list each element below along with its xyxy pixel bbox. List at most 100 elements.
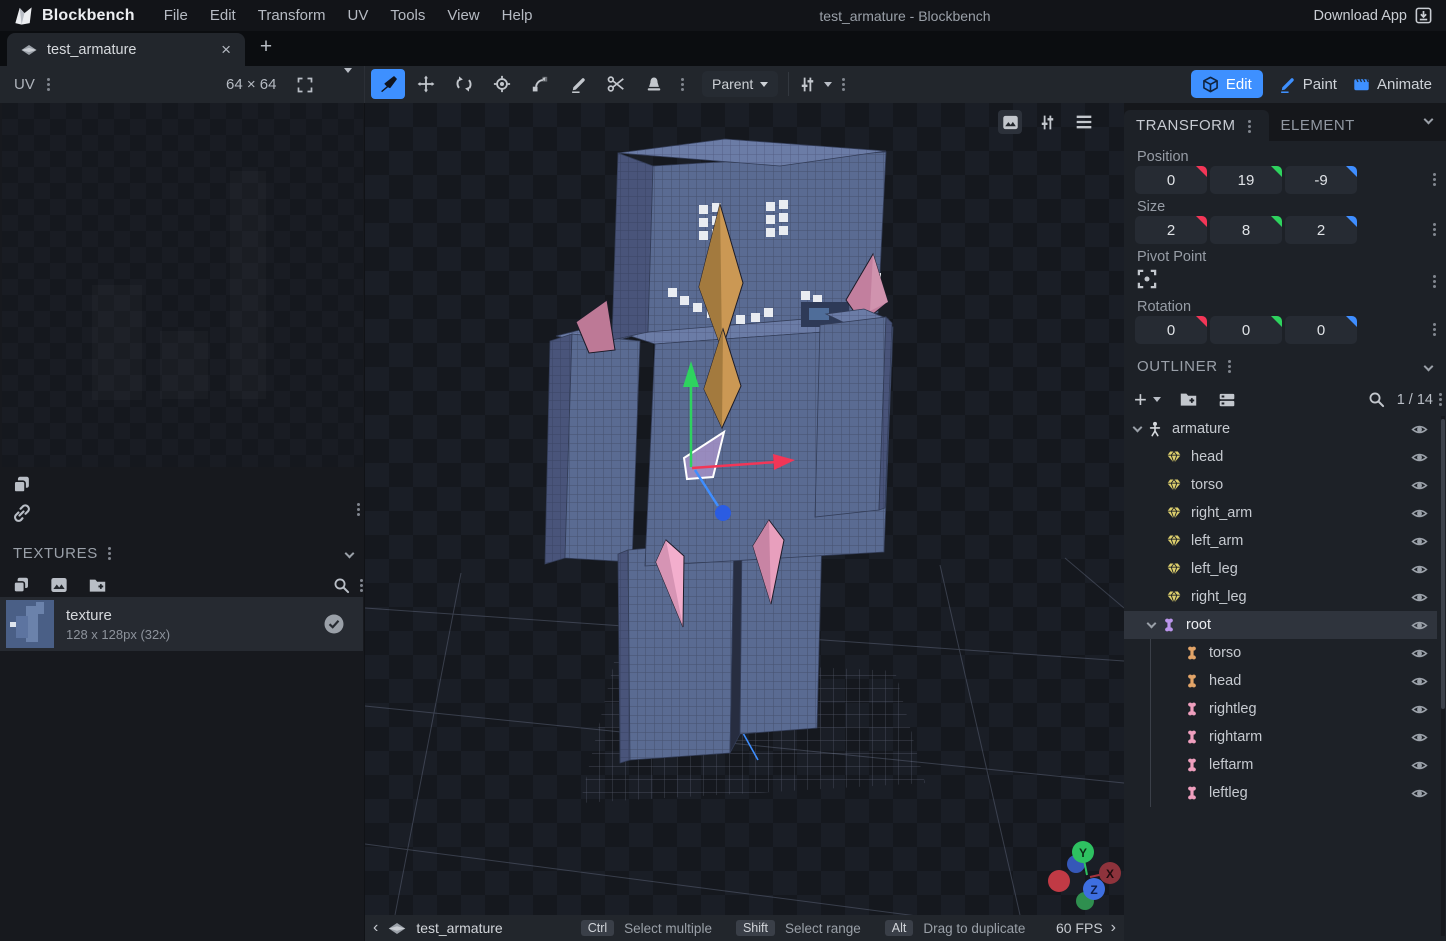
position-kebab-icon[interactable] xyxy=(1433,173,1436,176)
toolbar-kebab2-icon[interactable] xyxy=(842,78,845,81)
new-tab-button[interactable]: + xyxy=(253,35,279,59)
pivot-tool-button[interactable] xyxy=(485,69,519,99)
brush-tool-button[interactable] xyxy=(561,69,595,99)
project-tab[interactable]: test_armature × xyxy=(7,33,245,66)
pivot-crosshair-icon[interactable] xyxy=(1137,269,1157,289)
outliner-row-bone[interactable]: rightleg xyxy=(1124,695,1437,723)
visibility-eye-icon[interactable] xyxy=(1411,533,1428,550)
app-brand[interactable]: Blockbench xyxy=(0,4,135,27)
outliner-scrollbar-thumb[interactable] xyxy=(1441,419,1445,709)
outliner-row-mesh[interactable]: left_arm xyxy=(1124,527,1437,555)
panel-collapse-icon[interactable] xyxy=(1424,115,1434,125)
status-prev-icon[interactable]: ‹ xyxy=(365,919,386,937)
move-tool-button[interactable] xyxy=(409,69,443,99)
rotation-y-input[interactable]: 0 xyxy=(1210,316,1282,344)
texture-search-button[interactable] xyxy=(333,577,350,594)
create-texture-button[interactable] xyxy=(12,576,30,594)
add-element-button[interactable]: + xyxy=(1134,390,1147,410)
uv-fullscreen-button[interactable] xyxy=(297,77,313,93)
visibility-eye-icon[interactable] xyxy=(1411,645,1428,662)
stamp-tool-button[interactable] xyxy=(637,69,671,99)
mode-edit-button[interactable]: Edit xyxy=(1191,70,1263,98)
rotate-tool-button[interactable] xyxy=(447,69,481,99)
visibility-eye-icon[interactable] xyxy=(1411,785,1428,802)
visibility-eye-icon[interactable] xyxy=(1411,617,1428,634)
textures-toolbar-kebab-icon[interactable] xyxy=(360,579,363,582)
menu-transform[interactable]: Transform xyxy=(247,0,337,31)
outliner-row-root-selected[interactable]: root xyxy=(1124,611,1437,639)
tab-element[interactable]: ELEMENT xyxy=(1269,110,1367,141)
texture-folder-button[interactable] xyxy=(88,576,107,595)
visibility-eye-icon[interactable] xyxy=(1411,729,1428,746)
position-y-input[interactable]: 19 xyxy=(1210,166,1282,194)
menu-file[interactable]: File xyxy=(153,0,199,31)
position-x-input[interactable]: 0 xyxy=(1135,166,1207,194)
cut-tool-button[interactable] xyxy=(599,69,633,99)
outliner-row-bone[interactable]: torso xyxy=(1124,639,1437,667)
menu-tools[interactable]: Tools xyxy=(379,0,436,31)
outliner-collapse-icon[interactable] xyxy=(1424,362,1434,372)
import-texture-button[interactable] xyxy=(50,576,68,594)
outliner-row-bone[interactable]: head xyxy=(1124,667,1437,695)
slider-caret-icon[interactable] xyxy=(824,82,832,91)
visibility-eye-icon[interactable] xyxy=(1411,449,1428,466)
size-x-input[interactable]: 2 xyxy=(1135,216,1207,244)
viewport-sliders-button[interactable] xyxy=(1035,110,1059,134)
mode-paint-button[interactable]: Paint xyxy=(1279,70,1337,98)
uv-panel-caret-icon[interactable] xyxy=(344,68,352,77)
mode-animate-button[interactable]: Animate xyxy=(1353,70,1432,98)
visibility-eye-icon[interactable] xyxy=(1411,701,1428,718)
outliner-row-mesh[interactable]: left_leg xyxy=(1124,555,1437,583)
visibility-eye-icon[interactable] xyxy=(1411,477,1428,494)
add-element-caret-icon[interactable] xyxy=(1153,397,1161,406)
outliner-toolbar-kebab-icon[interactable] xyxy=(1439,393,1442,396)
slider-settings-button[interactable] xyxy=(799,76,816,93)
toolbar-kebab-icon[interactable] xyxy=(681,78,684,81)
expand-icon[interactable] xyxy=(1133,422,1143,432)
visibility-eye-icon[interactable] xyxy=(1411,421,1428,438)
position-z-input[interactable]: -9 xyxy=(1285,166,1357,194)
textures-collapse-icon[interactable] xyxy=(345,548,355,558)
uv-canvas[interactable] xyxy=(2,103,363,467)
parent-dropdown[interactable]: Parent xyxy=(702,71,778,97)
outliner-row-mesh[interactable]: head xyxy=(1124,443,1437,471)
size-z-input[interactable]: 2 xyxy=(1285,216,1357,244)
vertex-snap-tool-button[interactable] xyxy=(523,69,557,99)
outliner-row-mesh[interactable]: right_leg xyxy=(1124,583,1437,611)
outliner-kebab-icon[interactable] xyxy=(1228,360,1231,363)
outliner-row-bone[interactable]: leftleg xyxy=(1124,779,1437,807)
uv-side-kebab-icon[interactable] xyxy=(357,503,360,506)
outliner-row-armature[interactable]: armature xyxy=(1124,415,1437,443)
viewport-menu-button[interactable] xyxy=(1072,110,1096,134)
size-kebab-icon[interactable] xyxy=(1433,223,1436,226)
outliner-row-mesh[interactable]: right_arm xyxy=(1124,499,1437,527)
menu-help[interactable]: Help xyxy=(491,0,544,31)
rotation-z-input[interactable]: 0 xyxy=(1285,316,1357,344)
textures-kebab-icon[interactable] xyxy=(108,547,111,550)
visibility-eye-icon[interactable] xyxy=(1411,505,1428,522)
toggle-panels-button[interactable] xyxy=(1218,391,1236,409)
tab-close-icon[interactable]: × xyxy=(217,40,235,60)
pivot-kebab-icon[interactable] xyxy=(1433,275,1436,278)
tab-transform[interactable]: TRANSFORM xyxy=(1124,110,1269,141)
outliner-search-button[interactable] xyxy=(1368,391,1385,408)
outliner-row-mesh[interactable]: torso xyxy=(1124,471,1437,499)
viewport-3d[interactable]: Y X Z xyxy=(365,103,1124,915)
menu-view[interactable]: View xyxy=(436,0,490,31)
status-next-icon[interactable]: › xyxy=(1103,919,1124,937)
background-image-button[interactable] xyxy=(998,110,1022,134)
size-y-input[interactable]: 8 xyxy=(1210,216,1282,244)
visibility-eye-icon[interactable] xyxy=(1411,757,1428,774)
visibility-eye-icon[interactable] xyxy=(1411,673,1428,690)
outliner-row-bone[interactable]: leftarm xyxy=(1124,751,1437,779)
copy-icon[interactable] xyxy=(12,475,31,494)
select-tool-button[interactable] xyxy=(371,69,405,99)
transform-kebab-icon[interactable] xyxy=(1248,120,1251,123)
add-group-button[interactable] xyxy=(1179,390,1198,409)
texture-list-item[interactable]: texture 128 x 128px (32x) xyxy=(0,597,363,651)
expand-icon[interactable] xyxy=(1147,618,1157,628)
outliner-row-bone[interactable]: rightarm xyxy=(1124,723,1437,751)
visibility-eye-icon[interactable] xyxy=(1411,561,1428,578)
visibility-eye-icon[interactable] xyxy=(1411,589,1428,606)
rotation-kebab-icon[interactable] xyxy=(1433,323,1436,326)
